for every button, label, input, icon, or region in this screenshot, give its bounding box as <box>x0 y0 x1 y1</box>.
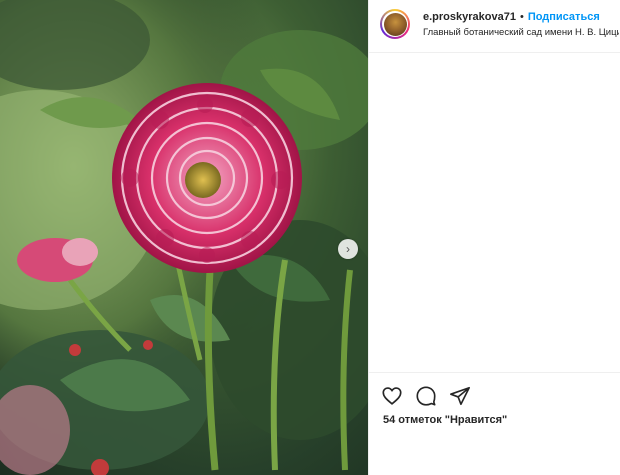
username-link[interactable]: e.proskyrakova71 <box>423 11 516 23</box>
comment-icon[interactable] <box>415 385 437 407</box>
avatar-ring <box>382 11 408 37</box>
dahlia-photo <box>0 0 368 475</box>
next-photo-button[interactable]: › <box>338 239 358 259</box>
action-bar <box>381 385 471 407</box>
divider <box>369 372 620 373</box>
chevron-right-icon: › <box>346 242 350 256</box>
heart-icon[interactable] <box>381 385 403 407</box>
separator-dot: • <box>519 11 524 23</box>
avatar-image <box>383 12 407 36</box>
username-row: e.proskyrakova71 • Подписаться <box>423 11 600 23</box>
send-icon[interactable] <box>449 385 471 407</box>
follow-button[interactable]: Подписаться <box>528 11 600 23</box>
location-link[interactable]: Главный ботанический сад имени Н. В. Циц… <box>423 27 619 38</box>
post-header: e.proskyrakova71 • Подписаться Главный бот… <box>369 0 620 53</box>
post-image[interactable]: › <box>0 0 368 475</box>
post-sidebar: e.proskyrakova71 • Подписаться Главный бот… <box>368 0 620 475</box>
avatar[interactable] <box>380 9 410 39</box>
likes-count[interactable]: 54 отметок "Нравится" <box>383 414 507 426</box>
